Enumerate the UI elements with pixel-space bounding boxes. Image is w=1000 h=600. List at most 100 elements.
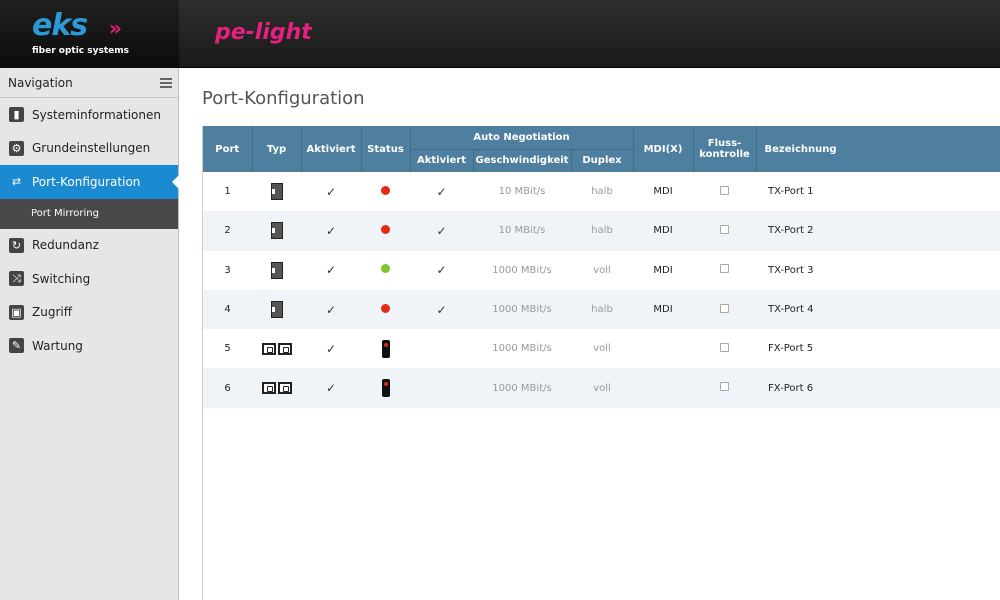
table-row[interactable]: 6 ✓ 1000 MBit/s voll FX-Port 6 (203, 368, 1000, 408)
sidebar-item-port-konfiguration[interactable]: ⇄ Port-Konfiguration (0, 165, 179, 199)
checkmark-icon: ✓ (325, 302, 337, 317)
cell-duplex: halb (591, 304, 613, 316)
fiber-port-icon (261, 342, 292, 355)
status-red-dot-icon (381, 224, 390, 234)
nav-header: Navigation (0, 68, 178, 98)
flow-control-checkbox[interactable] (720, 264, 730, 274)
sidebar-subitem-port-mirroring[interactable]: Port Mirroring (0, 198, 178, 229)
checkmark-icon: ✓ (436, 223, 447, 238)
logo-text: eks (32, 8, 88, 43)
table-row[interactable]: 3 ✓ ✓ 1000 MBit/s voll MDI TX-Port 3 (203, 250, 1000, 290)
col-header-geschwindigkeit[interactable]: Geschwindigkeit (473, 148, 572, 172)
gear-icon: ⚙ (9, 140, 24, 156)
hamburger-menu-icon[interactable] (160, 78, 172, 88)
status-red-dot-icon (381, 185, 390, 195)
table-row[interactable]: 1 ✓ ✓ 10 MBit/s halb MDI TX-Port 1 (203, 172, 1000, 212)
cell-fluss[interactable] (693, 211, 756, 250)
cell-aktiviert[interactable]: ✓ (301, 211, 361, 250)
cell-fluss[interactable] (693, 290, 756, 329)
cell-bezeichnung: FX-Port 5 (768, 343, 814, 355)
sidebar-item-redundanz[interactable]: ↻ Redundanz (0, 229, 178, 263)
cell-bezeichnung: TX-Port 1 (768, 186, 814, 198)
col-header-status[interactable]: Status (361, 126, 411, 172)
col-header-bezeichnung[interactable]: Bezeichnung (756, 126, 1000, 172)
cell-typ (252, 172, 301, 211)
flow-control-checkbox[interactable] (720, 382, 730, 392)
checkmark-icon: ✓ (436, 302, 447, 317)
cell-aktiviert[interactable]: ✓ (301, 172, 361, 211)
col-header-mdix[interactable]: MDI(X) (633, 126, 694, 172)
cell-duplex: voll (593, 382, 611, 394)
cell-speed: 10 MBit/s (498, 225, 546, 237)
cell-speed: 1000 MBit/s (492, 382, 552, 394)
flow-control-checkbox[interactable] (720, 342, 730, 352)
sidebar-item-switching[interactable]: ⤨ Switching (0, 262, 178, 296)
wrench-icon: ✎ (9, 338, 24, 354)
app-header: eks » fiber optic systems pe-light (0, 0, 1000, 68)
logo-chevron-icon: » (109, 16, 122, 40)
cell-status (361, 251, 410, 290)
col-header-flusskontrolle[interactable]: Fluss- kontrolle (693, 126, 757, 172)
cell-mdix: MDI (653, 225, 673, 237)
sidebar-item-grundeinstellungen[interactable]: ⚙ Grundeinstellungen (0, 132, 178, 166)
cell-speed: 1000 MBit/s (492, 304, 552, 316)
cell-fluss[interactable] (693, 251, 756, 290)
cell-an-aktiviert[interactable]: ✓ (410, 251, 473, 290)
col-header-port[interactable]: Port (203, 126, 253, 172)
cell-status (361, 368, 410, 407)
lock-icon: ▣ (9, 304, 24, 320)
checkmark-icon: ✓ (325, 184, 337, 199)
checkmark-icon: ✓ (436, 263, 447, 278)
cell-an-aktiviert[interactable]: ✓ (410, 290, 473, 329)
table-row[interactable]: 5 ✓ 1000 MBit/s voll FX-Port 5 (203, 329, 1000, 369)
cell-typ (252, 368, 301, 407)
cell-speed: 1000 MBit/s (492, 343, 552, 355)
cell-aktiviert[interactable]: ✓ (301, 329, 361, 368)
checkmark-icon: ✓ (325, 263, 337, 278)
cell-fluss[interactable] (693, 172, 756, 211)
cell-typ (252, 290, 301, 329)
table-row[interactable]: 2 ✓ ✓ 10 MBit/s halb MDI TX-Port 2 (203, 211, 1000, 251)
redundancy-icon: ↻ (9, 237, 24, 253)
cell-speed: 1000 MBit/s (492, 264, 552, 276)
rj45-port-icon (270, 183, 283, 201)
col-header-aktiviert[interactable]: Aktiviert (301, 126, 362, 172)
sidebar-subitem-label: Port Mirroring (31, 208, 99, 219)
rj45-port-icon (270, 261, 283, 279)
cell-an-aktiviert[interactable]: ✓ (410, 172, 473, 211)
sidebar-item-label: Switching (32, 271, 91, 286)
sidebar-item-systeminformationen[interactable]: ▮ Systeminformationen (0, 98, 178, 132)
cell-port: 5 (224, 343, 231, 355)
sidebar-item-zugriff[interactable]: ▣ Zugriff (0, 296, 178, 330)
sidebar-item-label: Zugriff (32, 305, 72, 320)
checkmark-icon: ✓ (325, 223, 337, 238)
logo-subtitle: fiber optic systems (32, 46, 129, 56)
sidebar-item-wartung[interactable]: ✎ Wartung (0, 329, 178, 363)
cell-aktiviert[interactable]: ✓ (301, 290, 361, 329)
flow-control-checkbox[interactable] (720, 224, 730, 234)
cell-mdix (633, 329, 693, 368)
checkmark-icon: ✓ (325, 381, 337, 396)
cell-aktiviert[interactable]: ✓ (301, 251, 361, 290)
cell-bezeichnung: FX-Port 6 (768, 382, 814, 394)
cell-port: 4 (224, 304, 231, 316)
cell-mdix (633, 368, 693, 407)
col-header-typ[interactable]: Typ (252, 126, 302, 172)
cell-typ (252, 329, 301, 368)
col-header-an-aktiviert[interactable]: Aktiviert (410, 148, 474, 172)
eks-logo[interactable]: eks » fiber optic systems (0, 0, 179, 68)
cell-an-aktiviert (410, 329, 473, 368)
cell-aktiviert[interactable]: ✓ (301, 368, 361, 407)
sidebar-item-label: Wartung (32, 338, 83, 353)
cell-an-aktiviert[interactable]: ✓ (410, 211, 473, 250)
col-header-duplex[interactable]: Duplex (571, 148, 634, 172)
cell-port: 2 (224, 225, 231, 237)
flow-control-checkbox[interactable] (720, 185, 730, 195)
table-row[interactable]: 4 ✓ ✓ 1000 MBit/s halb MDI TX-Port 4 (203, 289, 1000, 330)
sidebar-item-label: Port-Konfiguration (32, 174, 141, 189)
cell-bezeichnung: TX-Port 4 (768, 304, 814, 316)
cell-fluss[interactable] (693, 329, 756, 368)
cell-typ (252, 211, 301, 250)
cell-fluss[interactable] (693, 368, 756, 407)
flow-control-checkbox[interactable] (720, 303, 730, 313)
